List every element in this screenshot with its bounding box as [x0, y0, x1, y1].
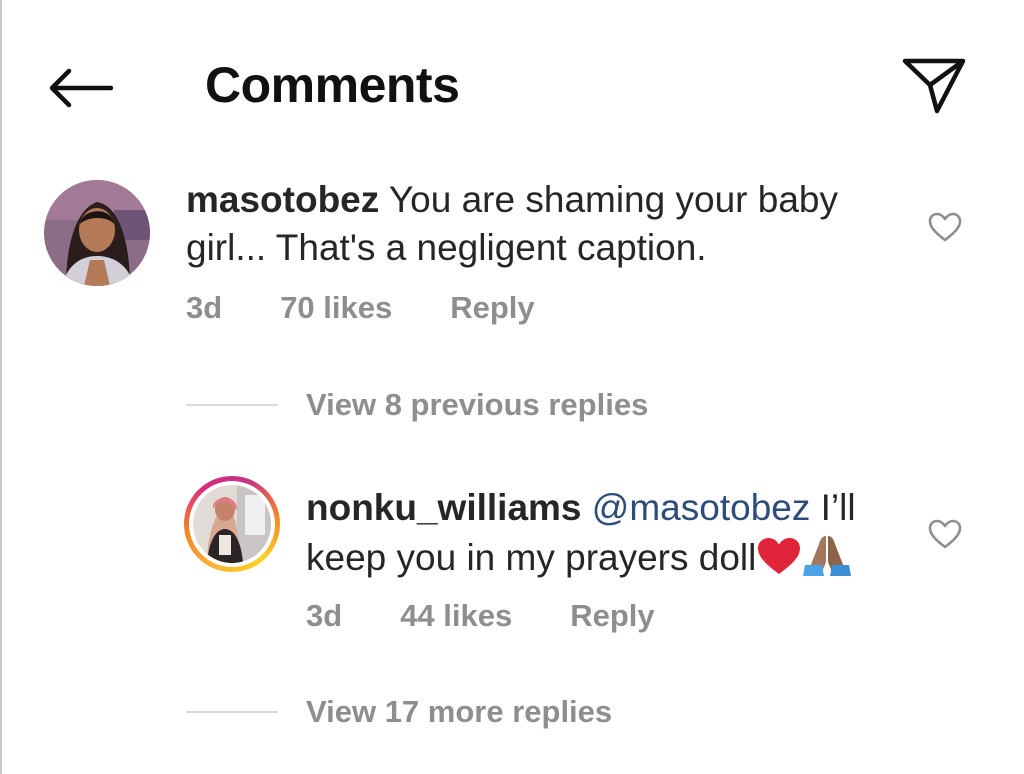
share-button[interactable] — [896, 52, 972, 118]
view-more-replies[interactable]: View 17 more replies — [186, 692, 612, 732]
comment-time: 3d — [306, 598, 343, 633]
replies-divider — [186, 404, 278, 406]
avatar-story-ring[interactable] — [184, 476, 280, 572]
avatar — [193, 485, 271, 563]
paper-plane-icon — [902, 58, 966, 114]
reply-text: nonku_williams @masotobez I’ll keep you … — [306, 484, 906, 588]
comment-meta: 3d 44 likes Reply — [306, 596, 713, 636]
avatar-photo — [193, 485, 271, 563]
like-button[interactable] — [925, 514, 965, 554]
replies-toggle-label: View 17 more replies — [306, 694, 613, 729]
heart-outline-icon — [928, 212, 962, 242]
comment-username[interactable]: masotobez — [186, 179, 379, 220]
view-previous-replies[interactable]: View 8 previous replies — [186, 385, 648, 425]
replies-toggle-label: View 8 previous replies — [306, 387, 649, 422]
arrow-left-icon — [49, 68, 113, 108]
avatar[interactable] — [44, 180, 150, 286]
like-button[interactable] — [925, 207, 965, 247]
heart-outline-icon — [928, 519, 962, 549]
page-title: Comments — [205, 57, 460, 113]
comment-username[interactable]: nonku_williams — [306, 487, 582, 528]
folded-hands-emoji — [802, 532, 852, 588]
mention-link[interactable]: @masotobez — [592, 487, 811, 528]
reply-button[interactable]: Reply — [450, 290, 534, 326]
red-heart-emoji — [756, 536, 802, 588]
screen-edge — [0, 0, 2, 774]
reply-button[interactable]: Reply — [570, 598, 654, 634]
back-button[interactable] — [44, 58, 116, 118]
replies-divider — [186, 711, 278, 713]
comment-text: masotobez You are shaming your baby girl… — [186, 176, 906, 272]
comments-screen: Comments masotobez You are shaming your … — [0, 0, 1024, 774]
comment-meta: 3d 70 likes Reply — [186, 288, 593, 328]
comment-likes[interactable]: 44 likes — [400, 598, 512, 634]
comment-likes[interactable]: 70 likes — [280, 290, 392, 326]
avatar-photo — [44, 180, 150, 286]
comment-time: 3d — [186, 290, 223, 325]
